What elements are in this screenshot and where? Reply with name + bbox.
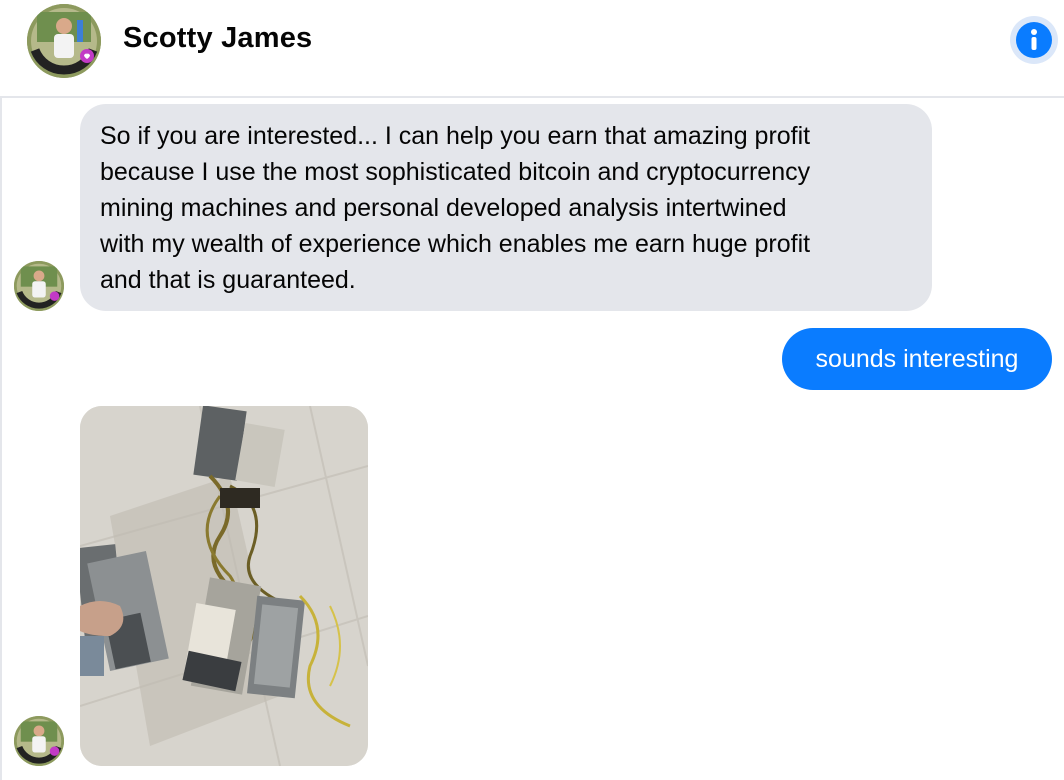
photo-image [80,406,368,766]
mining-machines-photo[interactable] [80,406,368,766]
sender-avatar[interactable] [14,716,64,766]
chat-header: Scotty James [0,0,1064,98]
message-text: sounds interesting [815,344,1019,373]
profile-avatar-icon [14,716,64,766]
contact-avatar[interactable] [27,4,101,78]
chat-window: Scotty James So if you are interested...… [0,0,1064,780]
info-button[interactable] [1010,16,1058,64]
divider [0,98,2,780]
sender-avatar[interactable] [14,261,64,311]
outgoing-message-bubble[interactable]: sounds interesting [782,328,1052,390]
info-icon [1016,22,1052,58]
profile-avatar-icon [14,261,64,311]
contact-name[interactable]: Scotty James [123,22,312,55]
incoming-message-bubble[interactable]: So if you are interested... I can help y… [80,104,932,311]
profile-avatar-icon [27,4,101,78]
message-text: So if you are interested... I can help y… [100,122,811,294]
